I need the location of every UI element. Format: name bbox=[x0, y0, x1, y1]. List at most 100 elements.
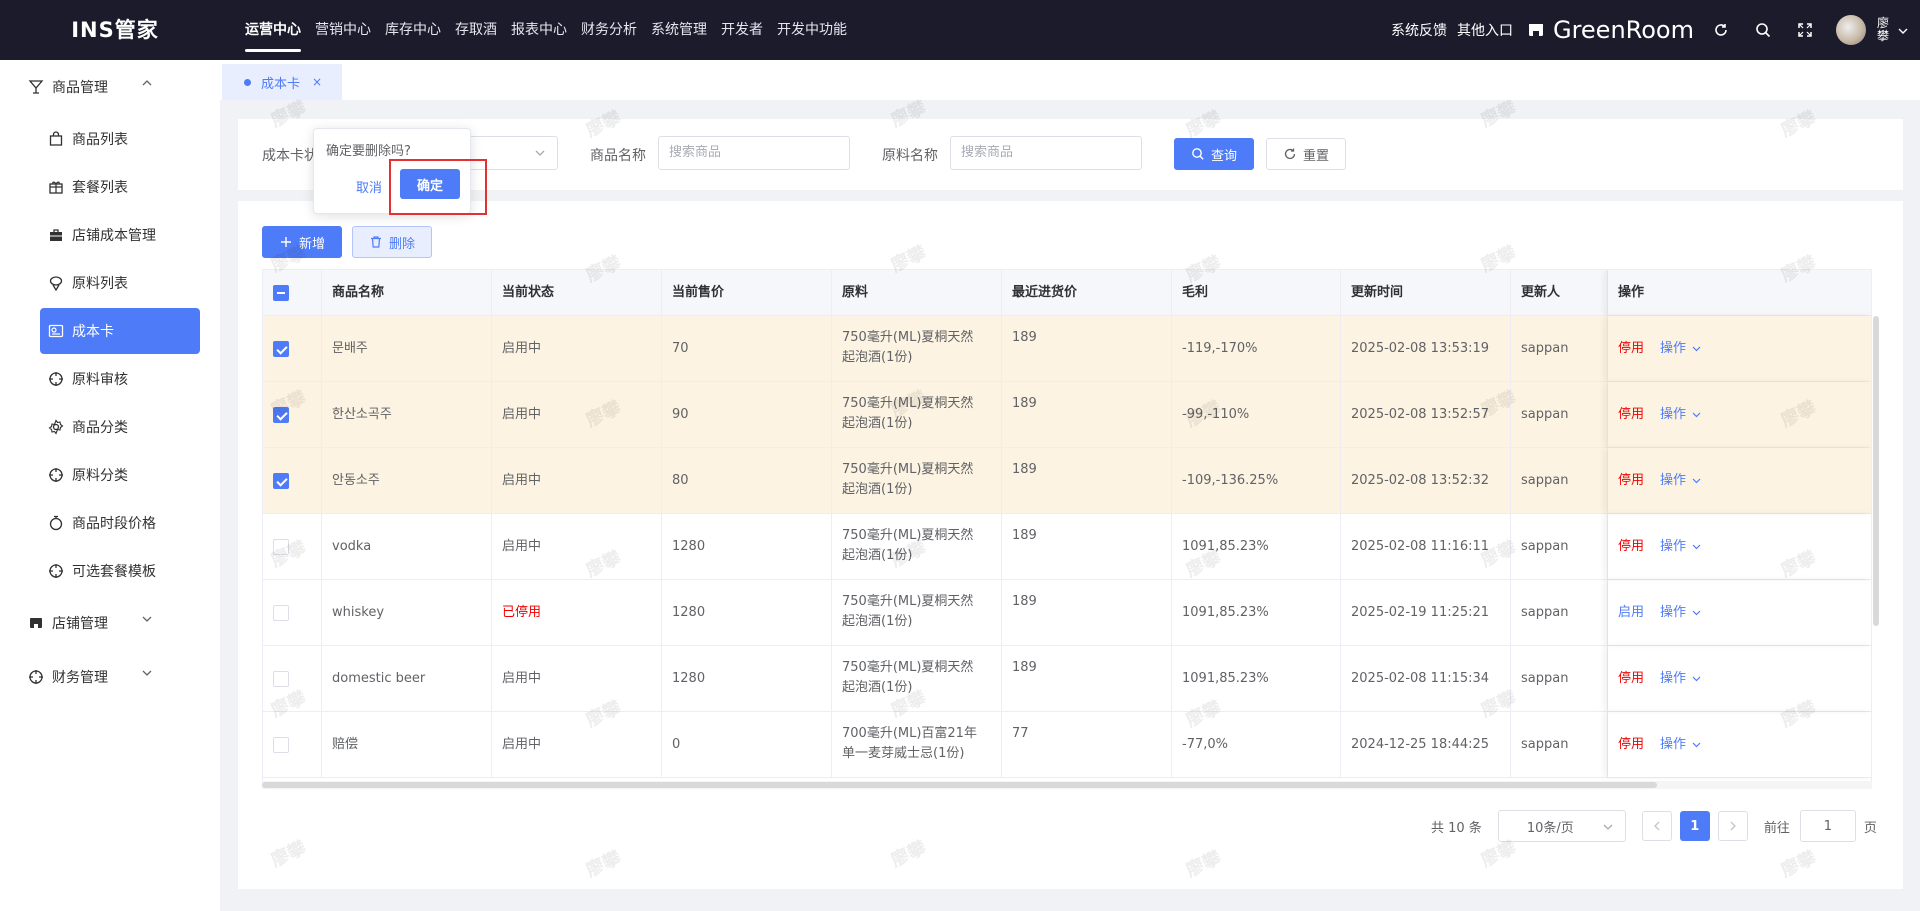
product-search-input[interactable]: 搜索商品 bbox=[658, 136, 850, 170]
topnav-system[interactable]: 系统管理 bbox=[651, 0, 707, 60]
query-button[interactable]: 查询 bbox=[1174, 138, 1254, 170]
col-header[interactable]: 当前状态 bbox=[492, 270, 662, 315]
table-row[interactable]: 안동소주 启用中 80 750毫升(ML)夏桐天然 起泡酒(1份) 189 -109,-13… bbox=[263, 448, 1871, 514]
main-content: 新增 删除 商品名称 当前状态 当前售价 原料 最近进货价 毛利 更新时间 更新… bbox=[238, 201, 1903, 889]
material-line: 700毫升(ML)百富21年 bbox=[842, 726, 977, 741]
row-checkbox[interactable] bbox=[273, 736, 289, 753]
col-header[interactable]: 当前售价 bbox=[662, 270, 832, 315]
sidebar-group-label: 商品管理 bbox=[52, 80, 108, 96]
material-cell: 750毫升(ML)夏桐天然 起泡酒(1份) bbox=[832, 514, 1002, 579]
table-row[interactable]: 赔偿 启用中 0 700毫升(ML)百富21年 单一麦芽威士忌(1份) 77 -77,0% 2… bbox=[263, 712, 1871, 778]
material-search-input[interactable]: 搜索商品 bbox=[950, 136, 1142, 170]
update-time-cell: 2025-02-08 11:15:34 bbox=[1341, 646, 1511, 711]
user-avatar[interactable] bbox=[1836, 15, 1866, 45]
more-actions-dropdown[interactable]: 操作 bbox=[1660, 471, 1701, 491]
search-icon[interactable] bbox=[1753, 20, 1773, 40]
scrollbar-thumb[interactable] bbox=[262, 782, 1657, 788]
product-name-cell: domestic beer bbox=[322, 646, 492, 711]
topnav-finance[interactable]: 财务分析 bbox=[581, 0, 637, 60]
sidebar-item-store-cost[interactable]: 店铺成本管理 bbox=[40, 212, 200, 258]
toggle-status-link[interactable]: 停用 bbox=[1618, 735, 1644, 755]
table-row[interactable]: vodka 启用中 1280 750毫升(ML)夏桐天然 起泡酒(1份) 189 1091,… bbox=[263, 514, 1871, 580]
username[interactable]: 廖攀 bbox=[1876, 17, 1890, 43]
chevron-down-icon[interactable] bbox=[1898, 22, 1908, 38]
topnav-developer[interactable]: 开发者 bbox=[721, 0, 763, 60]
row-checkbox[interactable] bbox=[273, 472, 289, 489]
row-checkbox[interactable] bbox=[273, 340, 289, 357]
toggle-status-link[interactable]: 停用 bbox=[1618, 471, 1644, 491]
scrollbar-thumb[interactable] bbox=[1873, 316, 1879, 626]
more-actions-dropdown[interactable]: 操作 bbox=[1660, 339, 1701, 359]
row-checkbox[interactable] bbox=[273, 670, 289, 687]
table-row[interactable]: 문배주 启用中 70 750毫升(ML)夏桐天然 起泡酒(1份) 189 -119,-170… bbox=[263, 316, 1871, 382]
more-actions-dropdown[interactable]: 操作 bbox=[1660, 603, 1701, 623]
col-header[interactable]: 原料 bbox=[832, 270, 1002, 315]
page-number-active[interactable]: 1 bbox=[1679, 811, 1710, 841]
more-actions-dropdown[interactable]: 操作 bbox=[1660, 405, 1701, 425]
toggle-status-link[interactable]: 启用 bbox=[1618, 603, 1644, 623]
more-actions-dropdown[interactable]: 操作 bbox=[1660, 537, 1701, 557]
topnav-inventory[interactable]: 库存中心 bbox=[385, 0, 441, 60]
col-header[interactable]: 最近进货价 bbox=[1002, 270, 1172, 315]
table-row[interactable]: domestic beer 启用中 1280 750毫升(ML)夏桐天然 起泡酒(1份)… bbox=[263, 646, 1871, 712]
col-header[interactable]: 商品名称 bbox=[322, 270, 492, 315]
app-logo[interactable]: INS管家 bbox=[0, 0, 230, 60]
next-page-button[interactable] bbox=[1717, 811, 1748, 841]
topnav-dev-features[interactable]: 开发中功能 bbox=[777, 0, 847, 60]
feedback-link[interactable]: 系统反馈 bbox=[1391, 20, 1447, 40]
cancel-button[interactable]: 取消 bbox=[356, 177, 382, 196]
vertical-scrollbar[interactable] bbox=[1872, 316, 1880, 782]
reset-button[interactable]: 重置 bbox=[1266, 138, 1346, 170]
other-entry-link[interactable]: 其他入口 bbox=[1457, 20, 1513, 40]
toggle-status-link[interactable]: 停用 bbox=[1618, 669, 1644, 689]
sidebar-item-label: 商品分类 bbox=[72, 420, 128, 436]
col-header[interactable]: 更新人 bbox=[1511, 270, 1608, 315]
sidebar-item-product-list[interactable]: 商品列表 bbox=[40, 116, 200, 162]
topnav-marketing[interactable]: 营销中心 bbox=[315, 0, 371, 60]
horizontal-scrollbar[interactable] bbox=[262, 781, 1872, 789]
confirm-button[interactable]: 确定 bbox=[400, 169, 460, 199]
prev-page-button[interactable] bbox=[1641, 811, 1672, 841]
row-checkbox[interactable] bbox=[273, 604, 289, 621]
fullscreen-icon[interactable] bbox=[1795, 20, 1815, 40]
col-header[interactable]: 更新时间 bbox=[1341, 270, 1511, 315]
toggle-status-link[interactable]: 停用 bbox=[1618, 537, 1644, 557]
sidebar-item-combo-list[interactable]: 套餐列表 bbox=[40, 164, 200, 210]
update-time-cell: 2025-02-08 13:53:19 bbox=[1341, 316, 1511, 381]
delete-button[interactable]: 删除 bbox=[352, 226, 432, 258]
table-row[interactable]: whiskey 已停用 1280 750毫升(ML)夏桐天然 起泡酒(1份) 189 109… bbox=[263, 580, 1871, 646]
col-header[interactable]: 毛利 bbox=[1172, 270, 1341, 315]
row-checkbox[interactable] bbox=[273, 406, 289, 423]
sidebar-group-product[interactable]: 商品管理 bbox=[0, 60, 220, 114]
sidebar-group-store[interactable]: 店铺管理 bbox=[0, 596, 220, 650]
add-button[interactable]: 新增 bbox=[262, 226, 342, 258]
store-switcher[interactable]: GreenRoom bbox=[1527, 16, 1694, 44]
sidebar-item-material-category[interactable]: 原料分类 bbox=[40, 452, 200, 498]
tab-cost-card[interactable]: 成本卡 × bbox=[222, 64, 342, 100]
material-line: 750毫升(ML)夏桐天然 bbox=[842, 528, 974, 543]
material-line: 起泡酒(1份) bbox=[842, 416, 913, 431]
sidebar-item-material-review[interactable]: 原料审核 bbox=[40, 356, 200, 402]
topnav-reports[interactable]: 报表中心 bbox=[511, 0, 567, 60]
goto-page-input[interactable]: 1 bbox=[1799, 810, 1856, 842]
close-icon[interactable]: × bbox=[312, 75, 322, 89]
sidebar-item-material-list[interactable]: 原料列表 bbox=[40, 260, 200, 306]
sidebar-item-product-category[interactable]: 商品分类 bbox=[40, 404, 200, 450]
topnav-operations[interactable]: 运营中心 bbox=[245, 0, 301, 60]
toggle-status-link[interactable]: 停用 bbox=[1618, 405, 1644, 425]
page-size-select[interactable]: 10条/页 bbox=[1497, 810, 1626, 842]
select-all-checkbox[interactable] bbox=[273, 284, 289, 301]
col-header[interactable]: 操作 bbox=[1608, 270, 1871, 315]
sidebar-item-combo-template[interactable]: 可选套餐模板 bbox=[40, 548, 200, 594]
chevron-right-icon bbox=[1730, 821, 1736, 831]
row-checkbox[interactable] bbox=[273, 538, 289, 555]
topnav-wine-storage[interactable]: 存取酒 bbox=[455, 0, 497, 60]
refresh-icon[interactable] bbox=[1711, 20, 1731, 40]
more-actions-dropdown[interactable]: 操作 bbox=[1660, 669, 1701, 689]
table-row[interactable]: 한산소곡주 启用中 90 750毫升(ML)夏桐天然 起泡酒(1份) 189 -99,-11… bbox=[263, 382, 1871, 448]
sidebar-item-cost-card[interactable]: 成本卡 bbox=[40, 308, 200, 354]
sidebar-group-finance[interactable]: 财务管理 bbox=[0, 650, 220, 704]
more-actions-dropdown[interactable]: 操作 bbox=[1660, 735, 1701, 755]
toggle-status-link[interactable]: 停用 bbox=[1618, 339, 1644, 359]
sidebar-item-time-price[interactable]: 商品时段价格 bbox=[40, 500, 200, 546]
